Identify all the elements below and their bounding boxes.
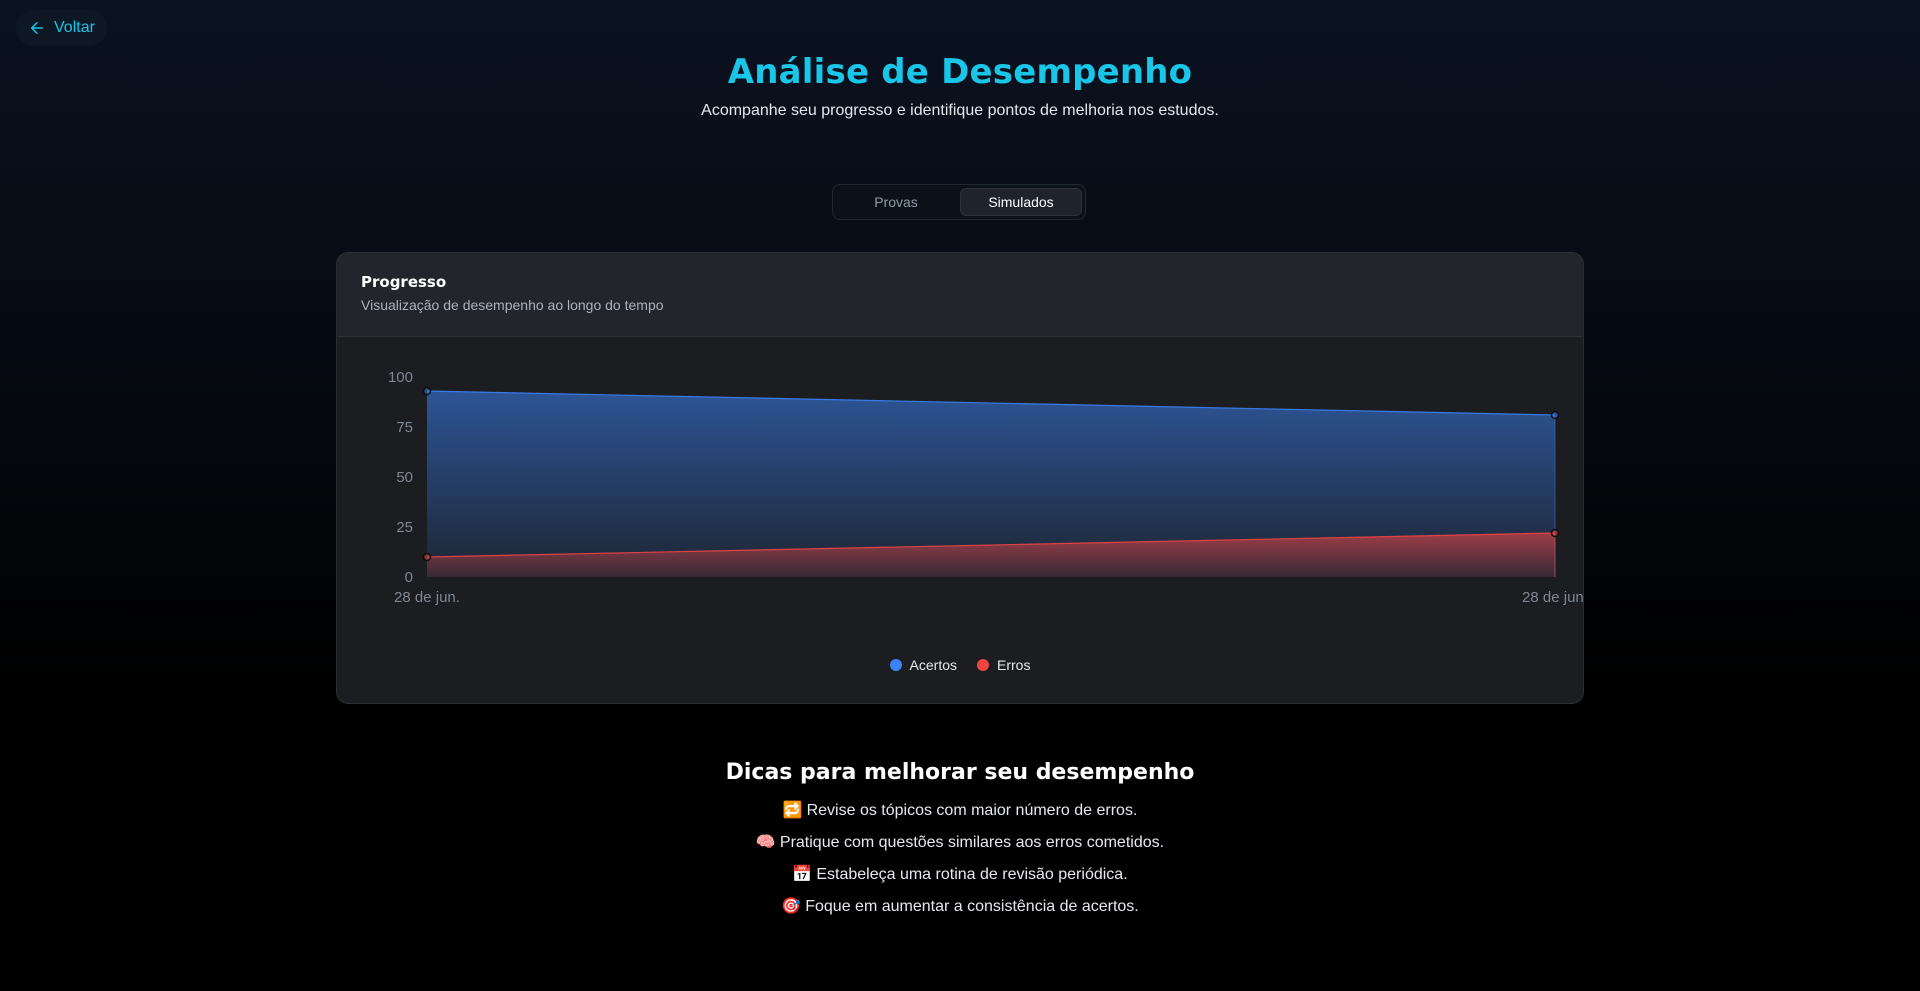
card-title: Progresso — [361, 273, 447, 291]
calendar-icon: 📅 — [792, 866, 813, 883]
target-icon: 🎯 — [781, 898, 802, 915]
card-subtitle: Visualização de desempenho ao longo do t… — [361, 297, 664, 313]
legend-label-acertos: Acertos — [909, 657, 957, 673]
tab-simulados[interactable]: Simulados — [960, 188, 1082, 216]
card-header: Progresso Visualização de desempenho ao … — [337, 253, 1583, 337]
arrow-left-icon — [31, 22, 43, 34]
page-header: Análise de Desempenho Acompanhe seu prog… — [0, 52, 1920, 120]
tip-text: Pratique com questões similares aos erro… — [779, 834, 1165, 851]
back-button-label: Voltar — [54, 19, 95, 36]
point-erros[interactable] — [1550, 528, 1560, 538]
tip-item: 🎯 Foque em aumentar a consistência de ace… — [0, 891, 1920, 923]
legend-dot-erros — [977, 659, 989, 671]
tab-list: Provas Simulados — [832, 184, 1086, 220]
tip-text: Revise os tópicos com maior número de er… — [806, 802, 1138, 819]
brain-icon: 🧠 — [755, 834, 776, 851]
tips-section: Dicas para melhorar seu desempenho 🔁 Revi… — [0, 760, 1920, 923]
x-tick-label: 28 de jun. — [1522, 589, 1584, 606]
tip-item: 🔁 Revise os tópicos com maior número de e… — [0, 795, 1920, 827]
y-tick-label: 75 — [396, 419, 413, 436]
progress-chart: 0 25 50 75 100 28 de jun. 28 de jun. — [388, 369, 1584, 606]
tip-text: Foque em aumentar a consistência de acer… — [805, 898, 1139, 915]
x-tick-label: 28 de jun. — [394, 589, 460, 606]
chart-legend: Acertos Erros — [337, 657, 1583, 673]
y-tick-label: 100 — [388, 369, 413, 386]
legend-dot-acertos — [889, 659, 902, 671]
tip-text: Estabeleça uma rotina de revisão periódi… — [816, 866, 1128, 883]
y-tick-label: 25 — [396, 519, 413, 536]
tips-title: Dicas para melhorar seu desempenho — [725, 760, 1195, 785]
progress-card: Progresso Visualização de desempenho ao … — [336, 252, 1584, 704]
tip-item: 🧠 Pratique com questões similares aos err… — [0, 827, 1920, 859]
page-subtitle: Acompanhe seu progresso e identifique po… — [701, 102, 1219, 119]
repeat-icon: 🔁 — [782, 802, 803, 819]
point-erros[interactable] — [422, 552, 432, 562]
page-title: Análise de Desempenho — [727, 52, 1193, 92]
point-acertos[interactable] — [422, 386, 432, 396]
tab-provas[interactable]: Provas — [836, 188, 956, 216]
legend-item-acertos[interactable]: Acertos — [889, 657, 957, 673]
tip-item: 📅 Estabeleça uma rotina de revisão periód… — [0, 859, 1920, 891]
y-tick-label: 50 — [396, 469, 413, 486]
legend-item-erros[interactable]: Erros — [977, 657, 1030, 673]
chart-area: 0 25 50 75 100 28 de jun. 28 de jun. — [337, 337, 1584, 703]
point-acertos[interactable] — [1550, 410, 1560, 420]
legend-label-erros: Erros — [997, 657, 1031, 673]
y-tick-label: 0 — [405, 569, 413, 586]
back-button[interactable]: Voltar — [16, 10, 107, 46]
